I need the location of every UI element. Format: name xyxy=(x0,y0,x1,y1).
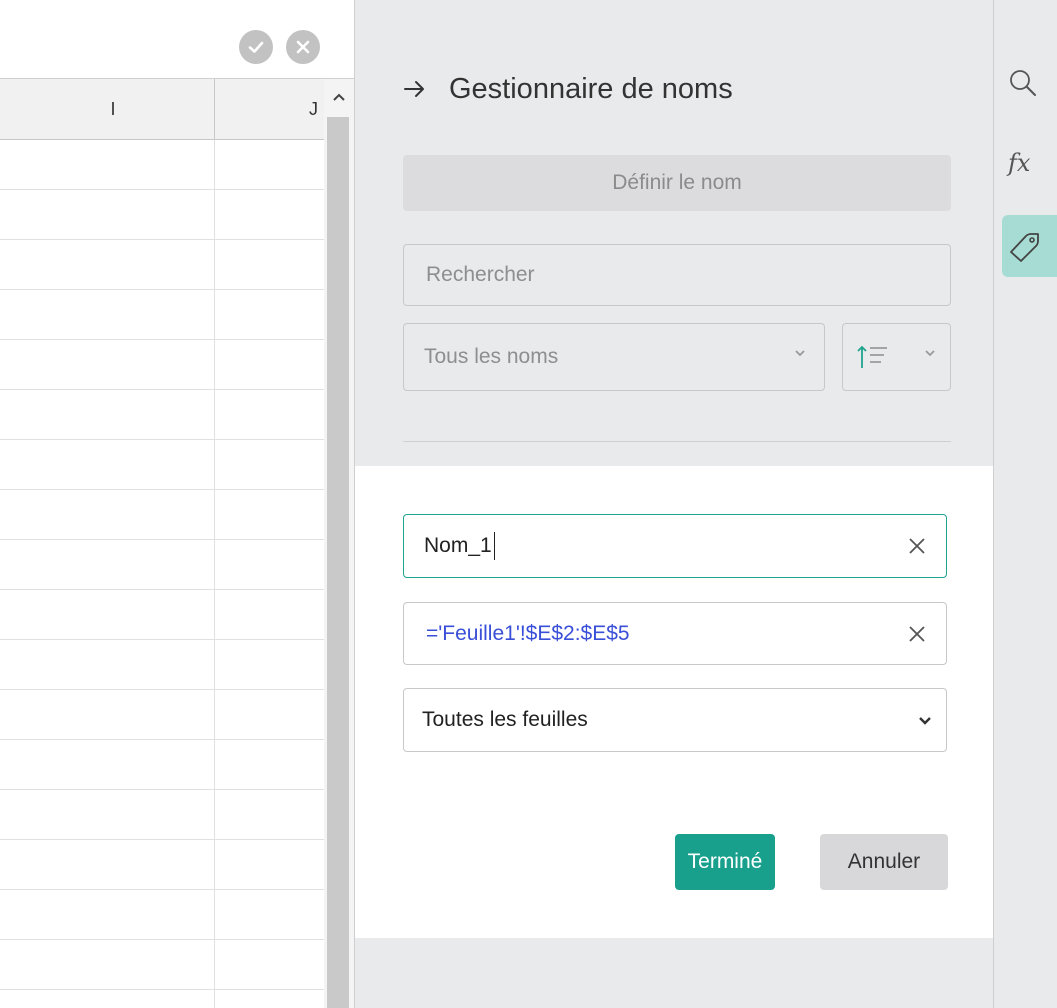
panel-title: Gestionnaire de noms xyxy=(449,72,733,105)
done-button[interactable]: Terminé xyxy=(675,834,775,890)
rail-search-button[interactable] xyxy=(1002,52,1057,114)
grid-row-line xyxy=(0,289,324,290)
grid-row-line xyxy=(0,639,324,640)
cancel-button[interactable]: Annuler xyxy=(820,834,948,890)
grid-column-line xyxy=(214,140,215,1008)
scope-select[interactable]: Toutes les feuilles xyxy=(403,688,947,752)
close-icon xyxy=(296,40,310,54)
chevron-down-icon xyxy=(795,350,805,357)
grid-row-line xyxy=(0,239,324,240)
chevron-up-icon xyxy=(333,93,345,101)
fx-icon: fx xyxy=(1008,149,1031,177)
grid-row-line xyxy=(0,789,324,790)
reference-input-value: ='Feuille1'!$E$2:$E$5 xyxy=(426,621,630,645)
grid-row-line xyxy=(0,589,324,590)
name-filter-value: Tous les noms xyxy=(424,345,559,368)
panel-header: Gestionnaire de noms xyxy=(403,64,733,114)
define-name-button[interactable]: Définir le nom xyxy=(403,155,951,211)
search-input[interactable]: Rechercher xyxy=(403,244,951,306)
text-caret xyxy=(493,532,495,560)
name-input[interactable]: Nom_1 xyxy=(403,514,947,578)
rail-function-button[interactable]: fx xyxy=(1002,132,1057,194)
grid-row-line xyxy=(0,539,324,540)
scope-select-value: Toutes les feuilles xyxy=(422,708,588,731)
grid-row-line xyxy=(0,489,324,490)
name-manager-panel: Gestionnaire de noms Définir le nom Rech… xyxy=(355,0,993,1008)
arrow-right-icon[interactable] xyxy=(403,79,427,99)
tag-icon xyxy=(1010,233,1039,262)
grid-row-line xyxy=(0,189,324,190)
grid-row-line xyxy=(0,389,324,390)
name-input-value: Nom_1 xyxy=(424,534,492,557)
clear-icon[interactable] xyxy=(906,535,928,557)
grid-row-line xyxy=(0,689,324,690)
grid-row-line xyxy=(0,339,324,340)
column-header-i[interactable]: I xyxy=(12,79,215,139)
check-icon xyxy=(248,41,264,53)
name-filter-select[interactable]: Tous les noms xyxy=(403,323,825,391)
sort-ascending-icon xyxy=(857,345,887,368)
right-toolbar: fx xyxy=(994,0,1057,1008)
column-header-row: I J xyxy=(0,79,324,140)
scrollbar-thumb[interactable] xyxy=(327,117,349,1008)
grid-row-line xyxy=(0,439,324,440)
rail-named-ranges-button[interactable] xyxy=(1002,215,1057,277)
cell-grid[interactable] xyxy=(0,140,324,1008)
search-icon xyxy=(1010,70,1036,96)
spreadsheet-area: I J xyxy=(0,0,355,1008)
name-edit-form: Nom_1 ='Feuille1'!$E$2:$E$5 Toutes les f… xyxy=(355,466,993,938)
chevron-down-icon xyxy=(925,350,935,357)
grid-row-line xyxy=(0,889,324,890)
grid-row-line xyxy=(0,939,324,940)
reference-input[interactable]: ='Feuille1'!$E$2:$E$5 xyxy=(403,602,947,665)
grid-row-line xyxy=(0,839,324,840)
formula-bar xyxy=(0,0,355,79)
chevron-down-icon xyxy=(919,717,931,725)
vertical-scrollbar[interactable] xyxy=(324,79,354,1008)
clear-icon[interactable] xyxy=(906,623,928,645)
sort-order-select[interactable] xyxy=(842,323,951,391)
grid-row-line xyxy=(0,989,324,990)
grid-row-line xyxy=(0,739,324,740)
cancel-edit-button[interactable] xyxy=(286,30,320,64)
column-header-j[interactable]: J xyxy=(215,79,324,139)
confirm-edit-button[interactable] xyxy=(239,30,273,64)
scroll-up-button[interactable] xyxy=(324,85,354,109)
section-divider xyxy=(403,441,951,442)
